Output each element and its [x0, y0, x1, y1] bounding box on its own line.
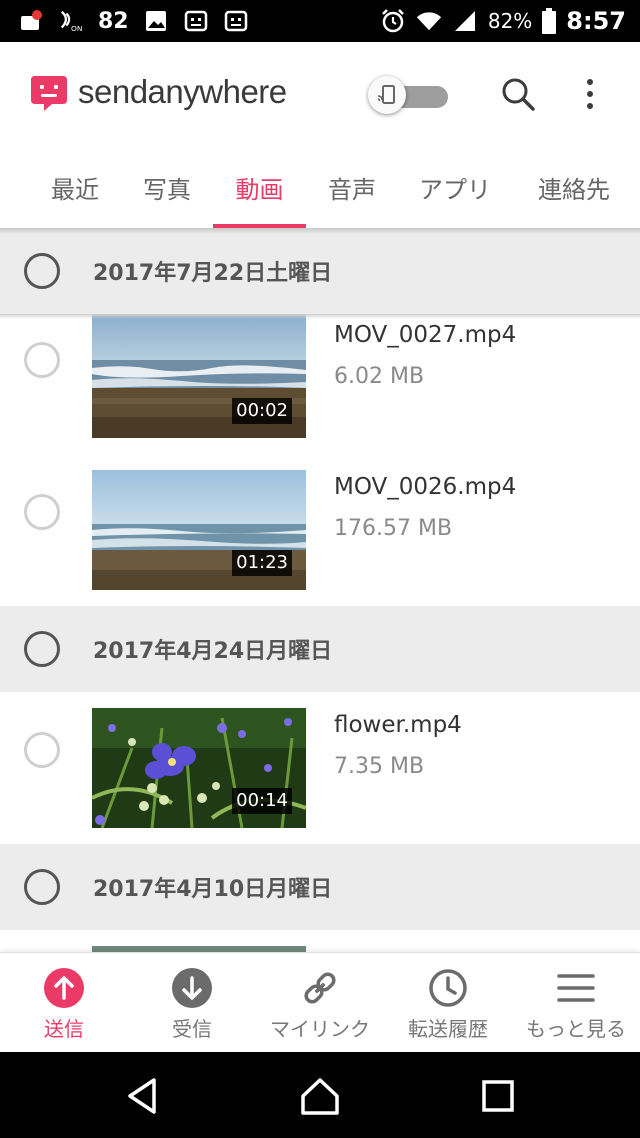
- status-bar: ON 82 82% 8:57: [0, 0, 640, 42]
- tab-recent[interactable]: 最近: [30, 146, 120, 228]
- app-notification-icon: [183, 8, 209, 34]
- list-item[interactable]: 00:14 flower.mp4 7.35 MB: [0, 692, 640, 844]
- device-mode-toggle[interactable]: [368, 76, 450, 116]
- tab-audio[interactable]: 音声: [306, 146, 398, 228]
- item-select-radio[interactable]: [24, 732, 60, 768]
- overflow-menu-button[interactable]: [574, 74, 606, 114]
- nav-history[interactable]: 転送履歴: [384, 953, 512, 1053]
- item-select-radio[interactable]: [24, 342, 60, 378]
- home-icon[interactable]: [298, 1074, 342, 1118]
- file-name: MOV_0027.mp4: [334, 322, 517, 348]
- link-icon: [299, 967, 341, 1009]
- nav-my-link[interactable]: マイリンク: [256, 953, 384, 1053]
- cast-device-icon: [377, 85, 395, 104]
- nav-label: 転送履歴: [408, 1017, 488, 1041]
- group-date: 2017年4月10日月曜日: [93, 877, 333, 902]
- more-vert-icon-dot: [587, 103, 593, 109]
- svg-text:ON: ON: [71, 24, 82, 33]
- group-select-radio[interactable]: [24, 253, 60, 289]
- app-root: { "status_bar": { "notification_count": …: [0, 0, 640, 1138]
- clock-time: 8:57: [566, 7, 626, 35]
- tabs-shadow: [0, 228, 640, 234]
- header-shadow: [0, 314, 640, 319]
- nav-receive[interactable]: 受信: [128, 953, 256, 1053]
- tab-contacts[interactable]: 連絡先: [516, 146, 632, 228]
- logo-text: sendanywhere: [78, 73, 287, 110]
- recent-apps-icon[interactable]: [476, 1074, 520, 1118]
- list-item[interactable]: [0, 930, 640, 952]
- nav-label: 受信: [172, 1017, 212, 1041]
- file-name: flower.mp4: [334, 712, 462, 738]
- app-bar: sendanywhere: [0, 42, 640, 146]
- receive-down-arrow-icon: [171, 967, 213, 1009]
- send-up-arrow-icon: [43, 967, 85, 1009]
- notification-app-icon: [18, 8, 44, 34]
- search-icon: [502, 78, 535, 111]
- video-duration: 00:14: [232, 788, 292, 814]
- video-thumbnail: 00:02: [92, 302, 306, 438]
- logo-icon: [31, 76, 67, 111]
- back-icon[interactable]: [122, 1074, 166, 1118]
- more-vert-icon-dot: [587, 91, 593, 97]
- nav-more[interactable]: もっと見る: [512, 953, 640, 1053]
- video-thumbnail: 01:23: [92, 470, 306, 590]
- group-date: 2017年4月24日月曜日: [93, 639, 333, 664]
- app-logo: sendanywhere: [30, 72, 287, 112]
- list-item[interactable]: 01:23 MOV_0026.mp4 176.57 MB: [0, 454, 640, 606]
- nav-send[interactable]: 送信: [0, 953, 128, 1053]
- tab-apps[interactable]: アプリ: [400, 146, 510, 228]
- tab-photos[interactable]: 写真: [122, 146, 212, 228]
- search-button[interactable]: [498, 74, 538, 114]
- clock-icon: [427, 967, 469, 1009]
- video-duration: 00:02: [232, 398, 292, 424]
- item-select-radio[interactable]: [24, 494, 60, 530]
- image-icon: [143, 8, 169, 34]
- battery-percent: 82%: [487, 9, 533, 33]
- category-tabs: 最近 写真 動画 音声 アプリ 連絡先: [0, 146, 640, 228]
- wifi-icon: [416, 8, 442, 34]
- video-thumbnail: 00:14: [92, 708, 306, 828]
- app-notification-icon: [223, 8, 249, 34]
- bottom-navigation: 送信 受信 マイリンク 転送履歴 もっと見る: [0, 952, 640, 1052]
- more-vert-icon: [587, 79, 593, 85]
- battery-icon: [542, 8, 557, 34]
- date-group-header[interactable]: 2017年4月24日月曜日: [0, 606, 640, 692]
- file-size: 7.35 MB: [334, 754, 425, 779]
- group-select-radio[interactable]: [24, 869, 60, 905]
- cell-signal-icon: [452, 8, 478, 34]
- date-group-header[interactable]: 2017年7月22日土曜日: [0, 228, 640, 314]
- video-duration: 01:23: [232, 550, 292, 576]
- nav-label: マイリンク: [270, 1017, 370, 1041]
- file-size: 6.02 MB: [334, 364, 425, 389]
- date-group-header[interactable]: 2017年4月10日月曜日: [0, 844, 640, 930]
- group-date: 2017年7月22日土曜日: [93, 261, 333, 286]
- alarm-icon: [380, 8, 406, 34]
- group-select-radio[interactable]: [24, 631, 60, 667]
- tab-videos[interactable]: 動画: [213, 146, 306, 228]
- nav-label: 送信: [44, 1017, 84, 1041]
- file-name: MOV_0026.mp4: [334, 474, 517, 500]
- file-size: 176.57 MB: [334, 516, 453, 541]
- menu-icon: [555, 967, 597, 1009]
- nav-label: もっと見る: [526, 1017, 626, 1041]
- list-item[interactable]: 00:02 MOV_0027.mp4 6.02 MB: [0, 302, 640, 454]
- toggle-knob: [368, 76, 406, 114]
- system-navigation-bar: [0, 1052, 640, 1138]
- notification-count: 82: [98, 8, 129, 34]
- nfc-on-icon: ON: [58, 8, 84, 34]
